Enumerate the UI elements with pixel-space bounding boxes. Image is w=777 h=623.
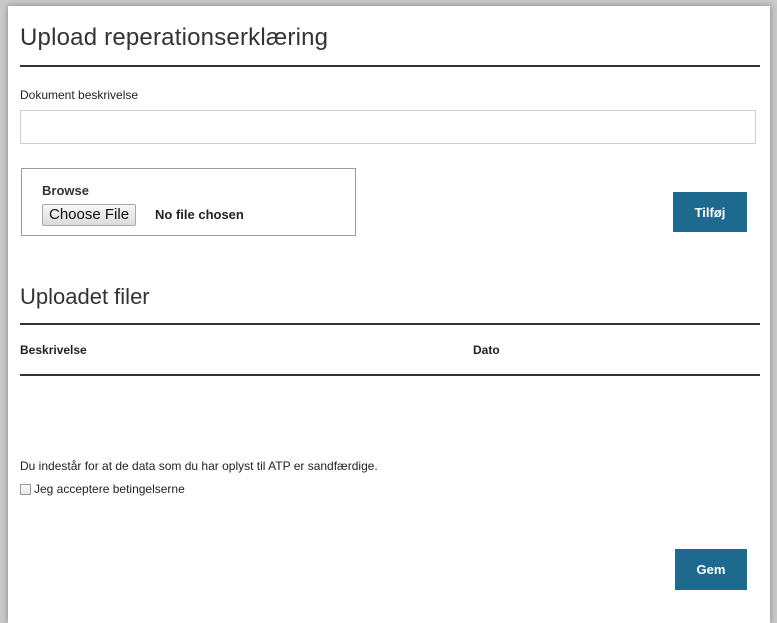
column-header-description: Beskrivelse xyxy=(20,343,87,357)
browse-label: Browse xyxy=(42,183,89,198)
uploaded-files-list xyxy=(20,378,760,448)
document-description-label: Dokument beskrivelse xyxy=(20,88,139,102)
choose-file-button[interactable]: Choose File xyxy=(42,204,137,226)
add-button[interactable]: Tilføj xyxy=(673,192,747,232)
column-header-date: Dato xyxy=(473,343,500,357)
uploaded-files-title: Uploadet filer xyxy=(20,284,150,309)
title-divider xyxy=(20,65,760,67)
table-header-divider xyxy=(20,374,760,376)
document-description-input[interactable] xyxy=(20,110,756,144)
accept-terms-label[interactable]: Jeg acceptere betingelserne xyxy=(34,482,185,496)
save-button[interactable]: Gem xyxy=(675,549,747,590)
page-title: Upload reperationserklæring xyxy=(20,24,329,51)
upload-panel: Upload reperationserklæring Dokument bes… xyxy=(8,6,770,623)
file-browse-box: Browse Choose File No file chosen xyxy=(21,168,356,236)
declaration-text: Du indestår for at de data som du har op… xyxy=(20,459,378,473)
accept-terms-row[interactable]: Jeg acceptere betingelserne xyxy=(20,481,185,497)
accept-terms-checkbox[interactable] xyxy=(20,483,31,495)
no-file-status: No file chosen xyxy=(155,207,244,222)
uploaded-files-divider xyxy=(20,323,760,325)
